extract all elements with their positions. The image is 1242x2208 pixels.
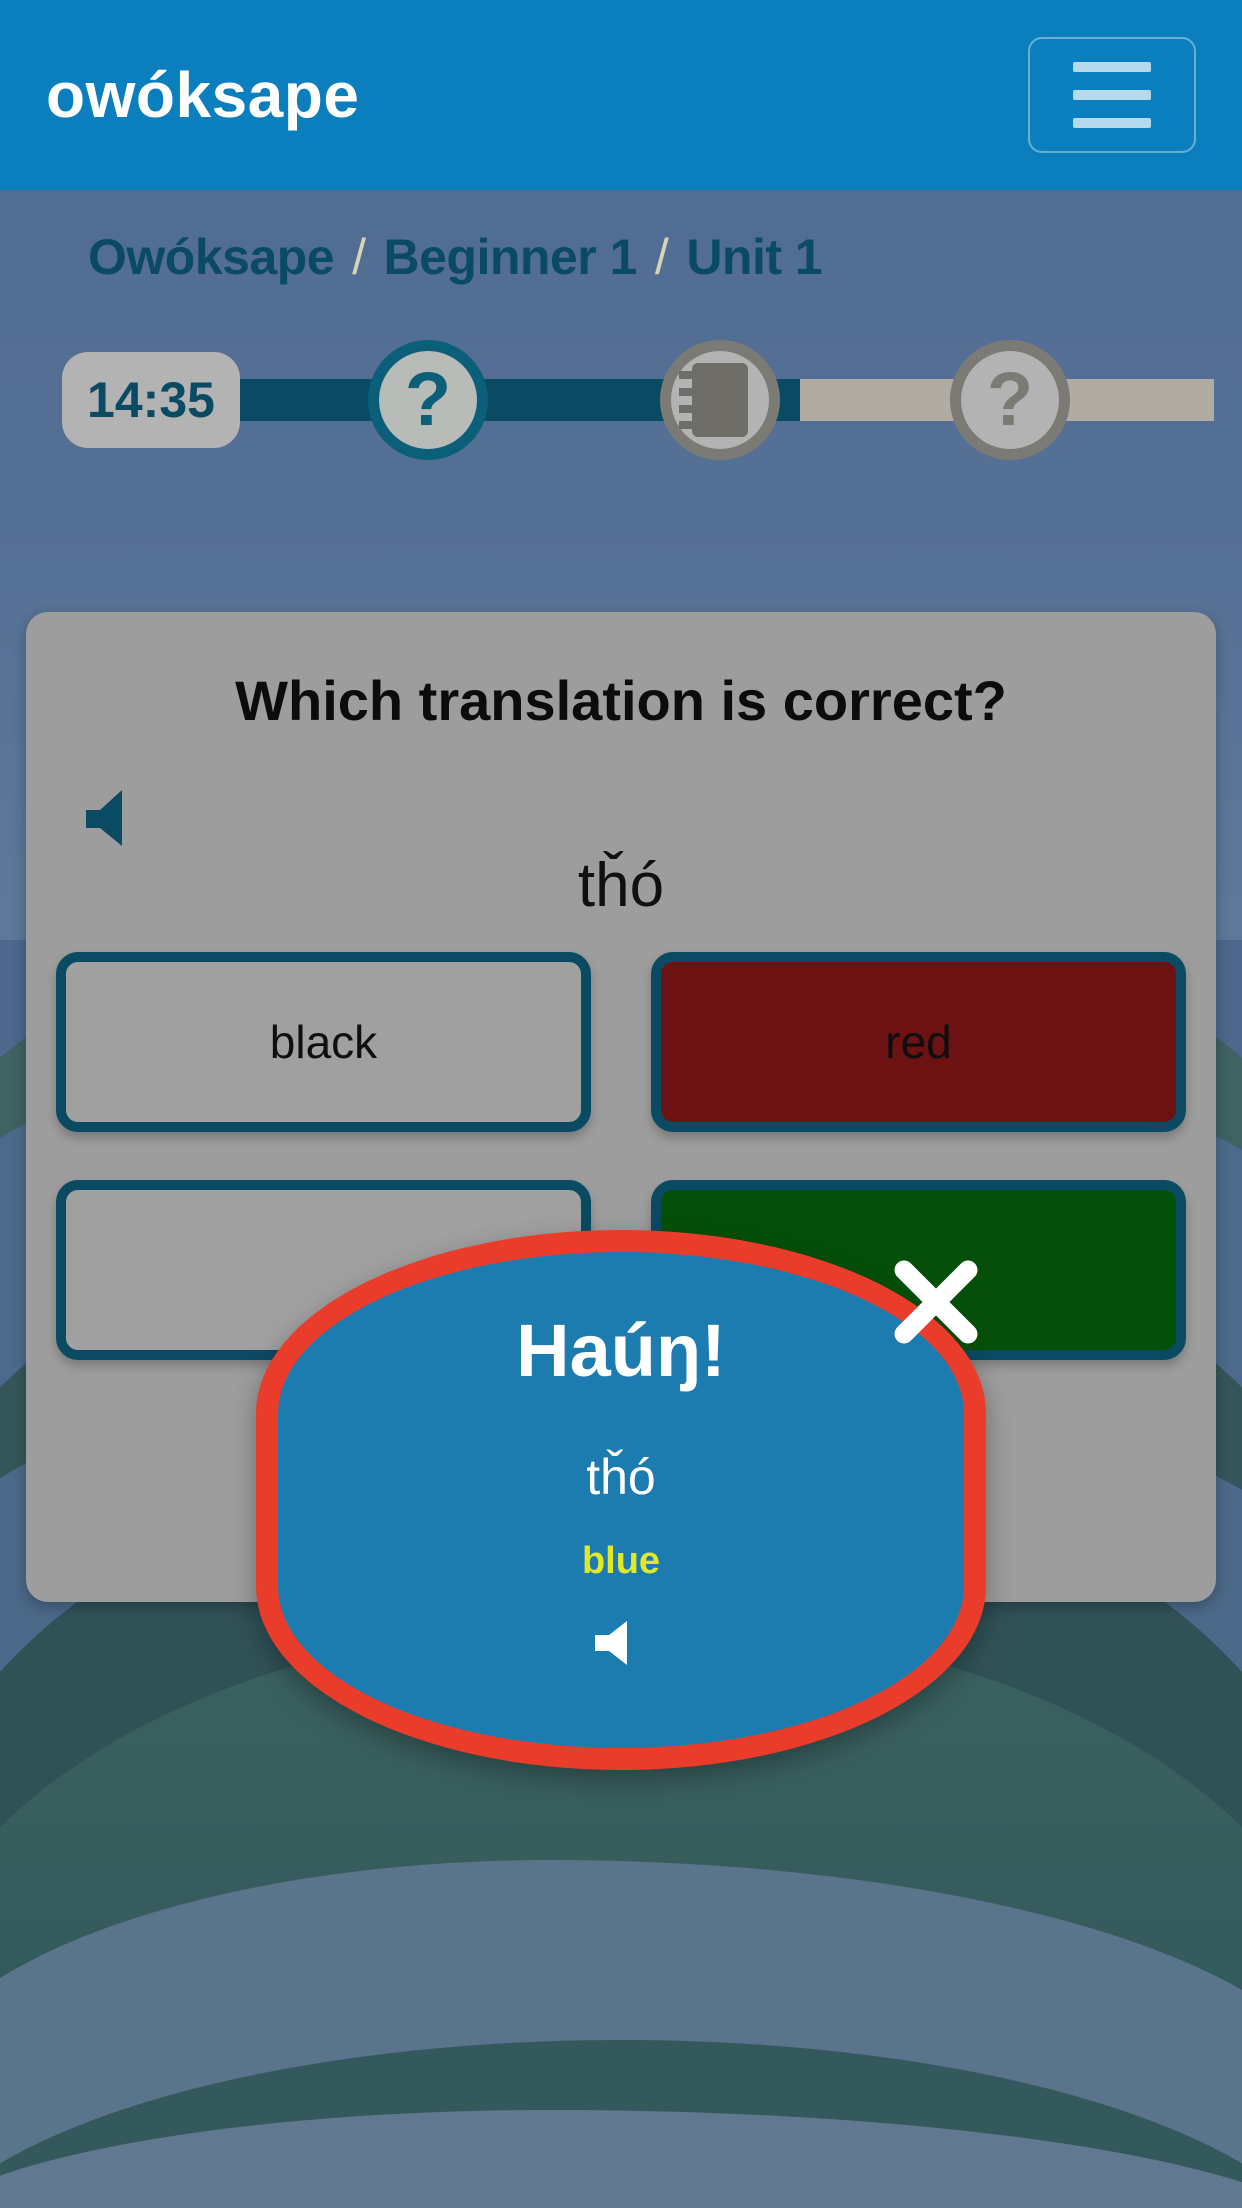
progress-step-3-question[interactable]: ? xyxy=(950,340,1070,460)
hamburger-bar-1 xyxy=(1073,62,1151,72)
answer-option-red[interactable]: red xyxy=(651,952,1186,1132)
progress-bar: 14:35 ? ? xyxy=(0,340,1242,460)
question-title: Which translation is correct? xyxy=(235,669,1007,732)
breadcrumb: Owóksape / Beginner 1 / Unit 1 xyxy=(0,190,1242,286)
prompt-word: tȟó xyxy=(577,851,665,920)
progress-step-2-notebook[interactable] xyxy=(660,340,780,460)
timer-pill: 14:35 xyxy=(62,352,240,448)
app-root: owóksape Owóksape / Beginner 1 / Unit 1 … xyxy=(0,0,1242,2208)
breadcrumb-item-unit[interactable]: Unit 1 xyxy=(686,228,822,286)
app-header: owóksape xyxy=(0,0,1242,190)
result-modal: Haúŋ! tȟó blue xyxy=(256,1230,986,1770)
breadcrumb-item-level[interactable]: Beginner 1 xyxy=(384,228,638,286)
hamburger-bar-3 xyxy=(1073,118,1151,128)
result-modal-title: Haúŋ! xyxy=(516,1309,726,1392)
hamburger-bar-2 xyxy=(1073,90,1151,100)
progress-step-1-question[interactable]: ? xyxy=(368,340,488,460)
speaker-icon[interactable] xyxy=(593,1619,649,1667)
app-brand[interactable]: owóksape xyxy=(46,63,359,127)
answer-label: red xyxy=(885,1016,952,1068)
notebook-icon xyxy=(679,363,748,437)
close-icon[interactable] xyxy=(890,1256,982,1348)
breadcrumb-separator-2: / xyxy=(654,229,669,285)
question-mark-icon: ? xyxy=(404,357,452,442)
result-modal-word: tȟó xyxy=(586,1449,656,1505)
breadcrumb-separator-1: / xyxy=(352,229,366,285)
breadcrumb-item-home[interactable]: Owóksape xyxy=(88,228,335,286)
answer-label: black xyxy=(269,1016,378,1068)
question-mark-icon: ? xyxy=(986,357,1034,442)
result-modal-translation: blue xyxy=(581,1540,661,1582)
timer-value: 14:35 xyxy=(87,372,215,428)
answer-option-black[interactable]: black xyxy=(56,952,591,1132)
speaker-icon[interactable] xyxy=(78,784,144,850)
hamburger-menu-button[interactable] xyxy=(1028,37,1196,153)
